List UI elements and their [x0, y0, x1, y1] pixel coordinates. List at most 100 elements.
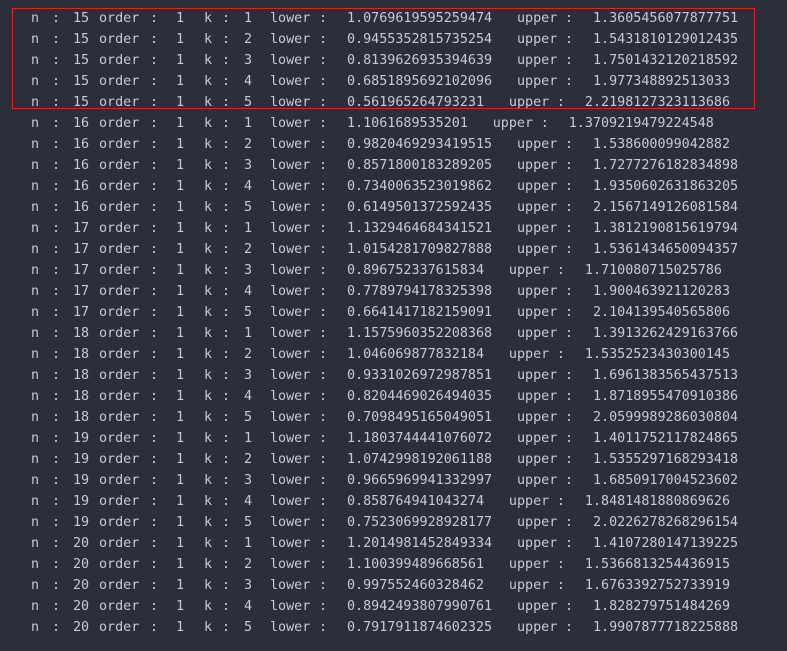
order-label: order [99, 137, 140, 152]
colon: : [565, 74, 574, 89]
colon: : [222, 95, 231, 110]
upper-label: upper [517, 389, 558, 404]
k-value: 3 [244, 263, 253, 278]
order-label: order [99, 116, 140, 131]
n-label: n [31, 116, 40, 131]
upper-value: 1.9350602631863205 [593, 179, 739, 194]
upper-value: 1.7277276182834898 [593, 158, 739, 173]
lower-label: lower [270, 473, 311, 488]
upper-label: upper [508, 494, 550, 509]
n-label: n [31, 11, 40, 26]
colon: : [319, 599, 328, 614]
n-value: 17 [73, 305, 90, 320]
colon: : [319, 200, 328, 215]
upper-value: 1.900463921120283 [593, 284, 731, 299]
order-label: order [99, 242, 140, 257]
upper-value: 1.4107280147139225 [593, 536, 739, 551]
colon: : [222, 431, 231, 446]
lower-value: 0.858764941043274 [347, 494, 485, 509]
colon: : [150, 221, 159, 236]
colon: : [150, 95, 159, 110]
colon: : [222, 410, 231, 425]
colon: : [52, 95, 61, 110]
n-value: 17 [73, 221, 90, 236]
n-label: n [31, 473, 40, 488]
n-value: 17 [73, 284, 90, 299]
k-value: 1 [244, 326, 253, 341]
k-label: k [204, 431, 213, 446]
colon: : [52, 242, 61, 257]
k-label: k [204, 599, 213, 614]
n-label: n [31, 599, 40, 614]
k-label: k [204, 242, 213, 257]
lower-value: 0.6641417182159091 [347, 305, 493, 320]
k-label: k [204, 221, 213, 236]
n-value: 20 [73, 599, 90, 614]
colon: : [150, 137, 159, 152]
colon: : [150, 347, 159, 362]
k-label: k [204, 326, 213, 341]
order-value: 1 [176, 179, 185, 194]
console-output: n:15 order:1 k:1 lower:1.0769619595259474 up… [0, 0, 787, 651]
colon: : [319, 410, 328, 425]
colon: : [319, 305, 328, 320]
lower-label: lower [270, 53, 311, 68]
colon: : [222, 389, 231, 404]
order-label: order [99, 410, 140, 425]
lower-value: 0.9820469293419515 [347, 137, 493, 152]
order-value: 1 [176, 200, 185, 215]
colon: : [150, 368, 159, 383]
lower-label: lower [270, 74, 311, 89]
upper-value: 1.6850917004523602 [593, 473, 739, 488]
colon: : [150, 578, 159, 593]
order-label: order [99, 32, 140, 47]
n-label: n [31, 221, 40, 236]
order-label: order [99, 389, 140, 404]
colon: : [565, 305, 574, 320]
order-value: 1 [176, 620, 185, 635]
upper-value: 1.828279751484269 [593, 599, 731, 614]
n-label: n [31, 536, 40, 551]
lower-label: lower [270, 158, 311, 173]
upper-label: upper [508, 263, 550, 278]
upper-label: upper [517, 515, 558, 530]
k-value: 5 [244, 305, 253, 320]
upper-value: 2.1567149126081584 [593, 200, 739, 215]
colon: : [222, 284, 231, 299]
k-value: 4 [244, 599, 253, 614]
colon: : [319, 515, 328, 530]
colon: : [52, 620, 61, 635]
colon: : [565, 452, 574, 467]
colon: : [319, 536, 328, 551]
order-label: order [99, 200, 140, 215]
n-value: 15 [73, 53, 90, 68]
colon: : [565, 389, 574, 404]
colon: : [222, 494, 231, 509]
order-value: 1 [176, 263, 185, 278]
order-value: 1 [176, 53, 185, 68]
n-label: n [31, 284, 40, 299]
k-value: 2 [244, 347, 253, 362]
upper-value: 1.5431810129012435 [593, 32, 739, 47]
colon: : [319, 179, 328, 194]
lower-value: 1.0769619595259474 [347, 11, 493, 26]
colon: : [52, 200, 61, 215]
lower-value: 0.6149501372592435 [347, 200, 493, 215]
lower-label: lower [270, 179, 311, 194]
upper-label: upper [517, 242, 558, 257]
colon: : [319, 221, 328, 236]
upper-value: 2.104139540565806 [593, 305, 731, 320]
upper-value: 1.5366813254436915 [584, 557, 731, 572]
upper-label: upper [508, 557, 550, 572]
k-label: k [204, 410, 213, 425]
k-value: 5 [244, 95, 253, 110]
order-value: 1 [176, 32, 185, 47]
n-label: n [31, 326, 40, 341]
n-value: 20 [73, 536, 90, 551]
upper-value: 1.5361434650094357 [593, 242, 739, 257]
lower-value: 1.1061689535201 [347, 116, 468, 131]
k-value: 5 [244, 515, 253, 530]
upper-value: 1.8481481880869626 [584, 494, 731, 509]
colon: : [150, 200, 159, 215]
colon: : [150, 158, 159, 173]
